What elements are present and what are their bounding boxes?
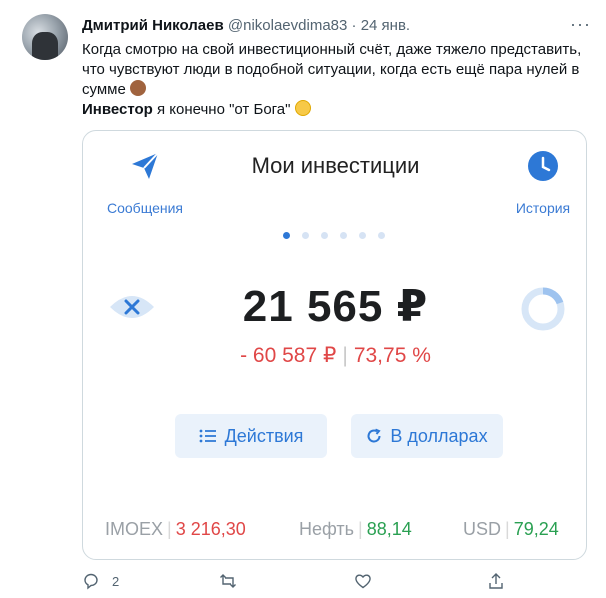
rofl-emoji-icon	[294, 100, 311, 116]
header-separator: ·	[351, 17, 357, 34]
page-indicator[interactable]	[283, 232, 393, 240]
usd-button-label: В долларах	[390, 425, 488, 446]
like-button[interactable]	[354, 572, 384, 590]
loss-amount: - 60 587 ₽	[240, 344, 337, 367]
portfolio-change: - 60 587 ₽ | 73,75 %	[83, 343, 586, 368]
page-dot[interactable]	[321, 232, 328, 239]
portfolio-amount: 21 565 ₽	[242, 282, 429, 331]
messages-label: Сообщения	[107, 200, 183, 216]
ticker-imoex[interactable]: IMOEX | 3 216,30	[105, 519, 246, 540]
usd-button[interactable]: В долларах	[351, 414, 503, 458]
tweet-media-screenshot[interactable]: Сообщения Мои инвестиции История 21 565 …	[82, 130, 587, 560]
reply-icon	[84, 573, 98, 590]
tweet: Дмитрий Николаев @nikolaevdima83 · 24 ян…	[0, 0, 606, 598]
page-dot[interactable]	[283, 232, 290, 239]
bold-word: Инвестор	[82, 101, 153, 118]
history-shortcut[interactable]: История	[503, 149, 583, 216]
tweet-text: Когда смотрю на свой инвестиционный счёт…	[82, 40, 592, 120]
share-button[interactable]	[487, 572, 505, 590]
tweet-text-line: я конечно "от Бога"	[152, 101, 291, 118]
tweet-actions: 2	[82, 572, 592, 594]
reply-button[interactable]: 2	[82, 572, 119, 590]
ticker-oil[interactable]: Нефть | 88,14	[299, 519, 412, 540]
tweet-text-line: сумме	[82, 81, 126, 98]
ticker-value: 88,14	[366, 519, 412, 539]
retweet-icon	[220, 574, 236, 588]
tweet-text-line: Когда смотрю на свой инвестиционный счёт…	[82, 41, 582, 58]
tweet-text-line: что чувствуют люди в подобной ситуации, …	[82, 61, 580, 78]
donut-icon[interactable]	[519, 285, 567, 333]
see-no-evil-monkey-icon	[129, 80, 146, 96]
list-icon	[199, 429, 216, 443]
refresh-icon	[367, 428, 382, 443]
tweet-header: Дмитрий Николаев @nikolaevdima83 · 24 ян…	[82, 16, 410, 36]
retweet-button[interactable]	[219, 572, 249, 590]
author-name[interactable]: Дмитрий Николаев	[82, 17, 224, 34]
tweet-date[interactable]: 24 янв.	[361, 17, 410, 34]
ticker-name: Нефть	[299, 519, 355, 539]
heart-icon	[355, 574, 371, 589]
loss-separator: |	[342, 344, 348, 367]
history-label: История	[515, 200, 571, 216]
share-icon	[489, 573, 503, 589]
avatar[interactable]	[22, 14, 68, 60]
ticker-value: 79,24	[513, 519, 559, 539]
actions-button-label: Действия	[224, 425, 304, 446]
ticker-value: 3 216,30	[175, 519, 246, 539]
page-dot[interactable]	[340, 232, 347, 239]
loss-percent: 73,75 %	[353, 344, 431, 367]
ticker-name: USD	[463, 519, 502, 539]
page-dot[interactable]	[378, 232, 385, 239]
author-handle[interactable]: @nikolaevdima83	[228, 17, 347, 34]
ticker-usd[interactable]: USD | 79,24	[463, 519, 559, 540]
page-dot[interactable]	[359, 232, 366, 239]
clock-icon	[528, 151, 558, 181]
more-options-icon[interactable]: ···	[570, 14, 591, 35]
reply-count: 2	[112, 573, 120, 589]
ticker-name: IMOEX	[105, 519, 164, 539]
page-dot[interactable]	[302, 232, 309, 239]
actions-button[interactable]: Действия	[175, 414, 327, 458]
